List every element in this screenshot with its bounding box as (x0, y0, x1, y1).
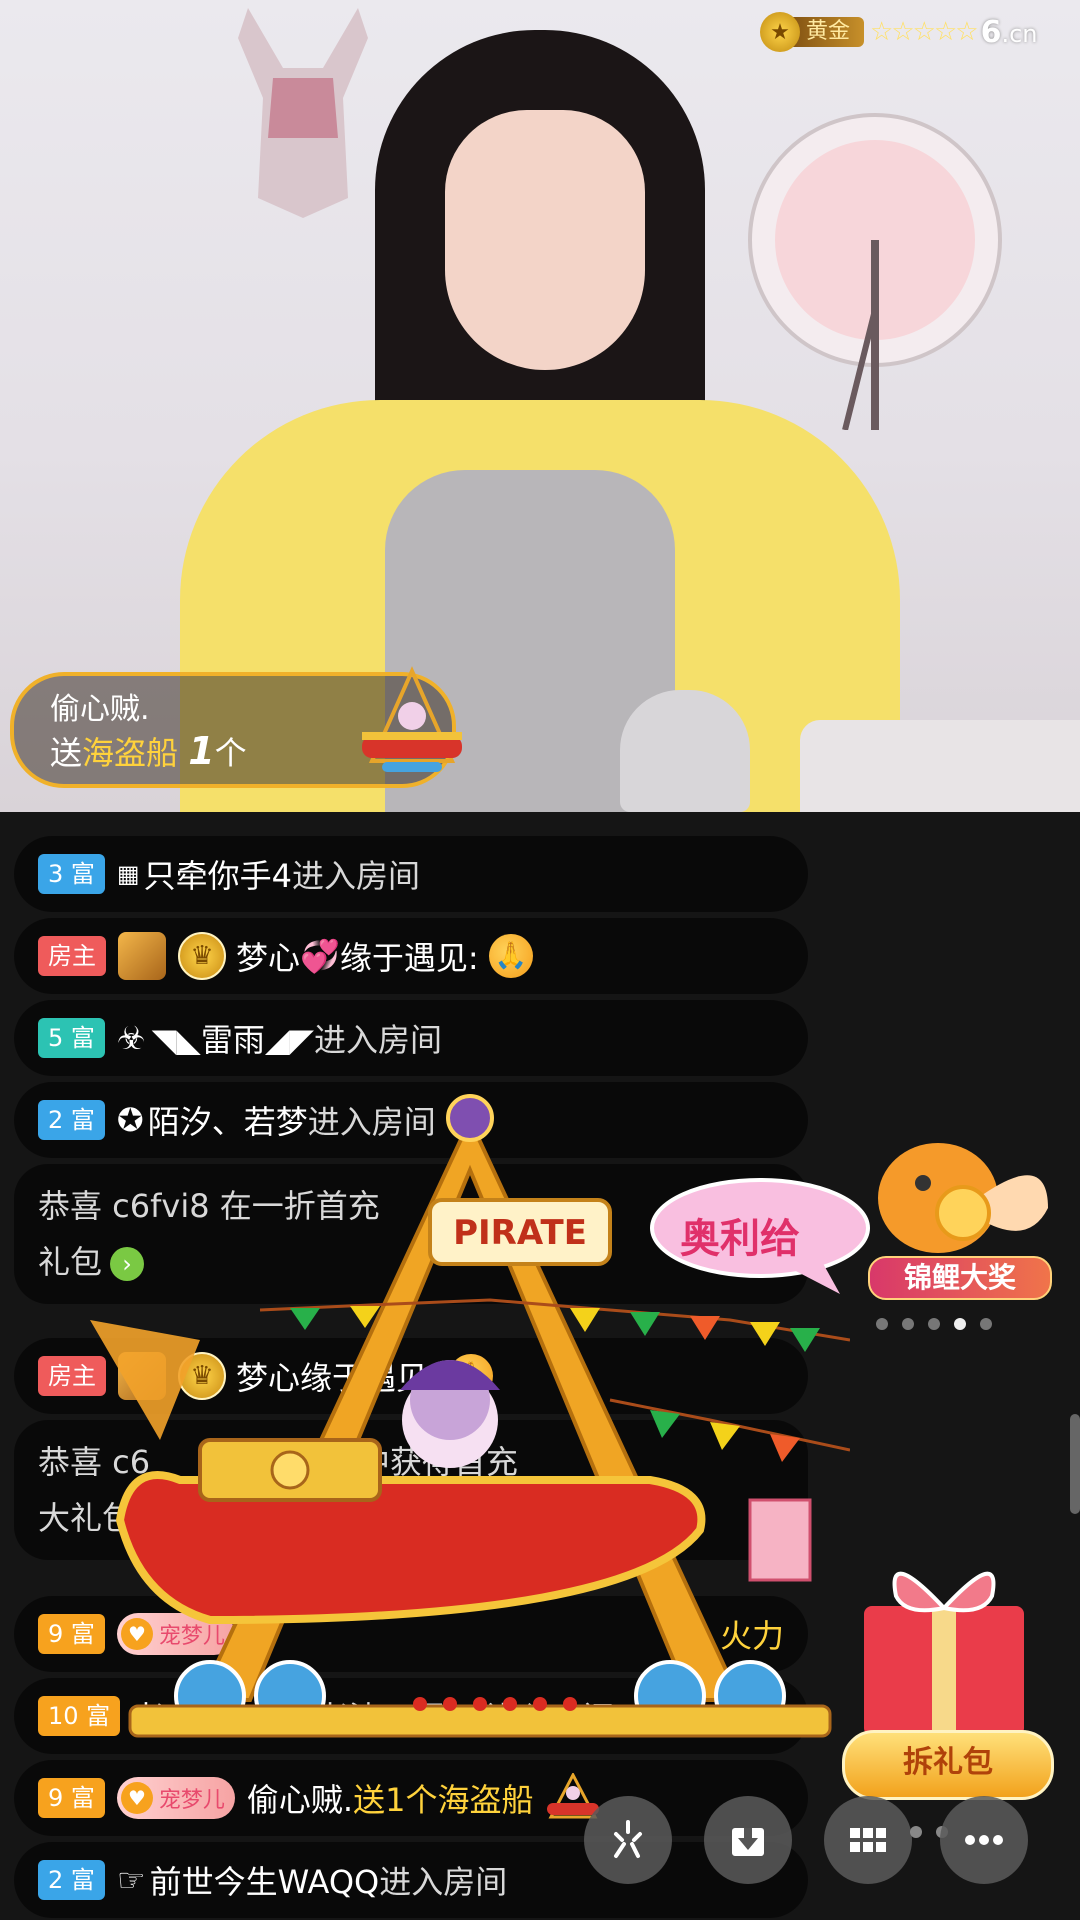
grid-icon (850, 1828, 886, 1852)
rank-medal-icon: ★ (760, 12, 800, 52)
system-text-line2: 礼包 › (38, 1234, 145, 1290)
user-name[interactable]: 梦心 (236, 933, 300, 979)
pet-badge: ♥ 宠梦儿 (116, 1777, 235, 1819)
studio-lamp (748, 113, 1002, 430)
page-dot (910, 1826, 922, 1838)
crown-icon: ♛ (178, 1352, 226, 1400)
wealth-badge: 2 富 (38, 1860, 105, 1900)
scrollbar[interactable] (1070, 1414, 1080, 1514)
host-badge: 房主 (38, 1356, 106, 1396)
pointing-hand-icon: ☞ (116, 1861, 146, 1899)
chat-message: 2 富 ☞ 前世今生WAQQ 进入房间 (14, 1842, 808, 1918)
chat-message: 3 富 ▦ 只牵你手4 进入房间 (14, 836, 808, 912)
chat-message: 房主 ♛ 梦心 💞 缘于遇见: 🙏 (14, 918, 808, 994)
message-text: 要老婆不要？ 进入房间 (284, 1699, 615, 1737)
biohazard-icon: ☣ (116, 1019, 146, 1057)
open-gift-pack-button[interactable]: 拆礼包 (842, 1730, 1054, 1800)
gift-line: 送海盗船 1个 (50, 729, 247, 773)
chat-message: 5 富 ☣ ◥◣雷雨◢◤ 进入房间 (14, 1000, 808, 1076)
message-text: 送1个海盗船 (353, 1781, 534, 1819)
desk-equipment (800, 720, 1080, 812)
user-icon: ▦ (116, 860, 140, 888)
chat-message: 房主 ♛ 梦心 缘于遇见: 🙏 (14, 1338, 808, 1414)
more-button[interactable] (940, 1796, 1028, 1884)
more-icon (965, 1835, 1003, 1845)
user-name[interactable]: 前世今生WAQQ (150, 1857, 380, 1903)
koi-prize-widget[interactable]: 锦鲤大奖 (858, 1128, 1058, 1300)
carousel-dot-active (954, 1318, 966, 1330)
carousel-dot (902, 1318, 914, 1330)
user-name[interactable]: 只牵你手4 (144, 851, 292, 897)
pet-heart-icon: ♥ (120, 1618, 153, 1650)
user-name[interactable]: 老 (132, 1693, 164, 1739)
gift-level-icon (118, 1352, 166, 1400)
download-button[interactable] (704, 1796, 792, 1884)
app-grid-button[interactable] (824, 1796, 912, 1884)
user-name[interactable]: ◥◣雷雨◢◤ (152, 1015, 314, 1061)
carousel-dot (980, 1318, 992, 1330)
message-text: 进入房间 (379, 1863, 508, 1901)
user-name[interactable]: 梦心 (236, 1353, 300, 1399)
wealth-badge: 3 富 (38, 854, 105, 894)
arrow-right-icon[interactable]: › (110, 1247, 145, 1281)
chat-message: 10 富 老 要老婆不要？ 进入房间 (14, 1678, 808, 1754)
system-message[interactable]: 恭喜 c6 折 活动中获得首充 大礼包 (14, 1420, 808, 1560)
host-badge: 房主 (38, 936, 106, 976)
crown-icon: ♛ (178, 932, 226, 980)
anchor-rank-badge[interactable]: ★ 黄金 ☆☆☆☆☆ 6.cn (760, 12, 1037, 52)
wealth-badge: 2 富 (38, 1100, 105, 1140)
share-button[interactable] (584, 1796, 672, 1884)
gift-box-icon (864, 1571, 1024, 1736)
pet-heart-icon: ♥ (120, 1782, 153, 1814)
message-text: 缘于遇见: (339, 939, 479, 977)
pirate-ship-gift-icon (362, 666, 462, 772)
download-icon (732, 1828, 764, 1856)
koi-fish-icon (878, 1143, 1048, 1253)
share-icon (614, 1820, 642, 1858)
wealth-badge: 5 富 (38, 1018, 105, 1058)
streamer-face (445, 110, 645, 370)
gift-level-icon (118, 932, 166, 980)
wall-decoration (238, 8, 368, 218)
koi-prize-label: 锦鲤大奖 (868, 1256, 1052, 1300)
wealth-badge: 10 富 (38, 1696, 121, 1736)
chat-message: 2 富 ✪ 陌汐、若梦 进入房间 (14, 1082, 808, 1158)
chat-message: 9 富 ♥ 宠梦儿 火力 (14, 1596, 808, 1672)
message-text: 缘于遇见: (300, 1359, 439, 1397)
message-text: 进入房间 (307, 1103, 436, 1141)
system-text-line2: 大礼包 (38, 1499, 135, 1537)
wealth-badge: 9 富 (38, 1614, 105, 1654)
message-text: 进入房间 (314, 1021, 443, 1059)
site-logo: 6.cn (980, 14, 1038, 50)
rank-stars: ☆☆☆☆☆ (870, 17, 979, 47)
message-text: 火力 (719, 1617, 784, 1655)
pray-emoji-icon: 🙏 (448, 1354, 493, 1398)
system-text-line1: 恭喜 c6fvi8 在一折首充 (38, 1187, 380, 1225)
pet-badge: ♥ 宠梦儿 (116, 1613, 235, 1655)
carousel-dots (876, 1318, 992, 1330)
live-video[interactable]: ★ 黄金 ☆☆☆☆☆ 6.cn 偷心贼. 送海盗船 1个 (0, 0, 1080, 812)
gift-sender: 偷心贼. (50, 692, 150, 727)
heart-icon: 💞 (300, 937, 340, 975)
message-text: 进入房间 (291, 857, 420, 895)
user-name[interactable]: 偷心贼. (247, 1775, 353, 1821)
wealth-badge: 9 富 (38, 1778, 105, 1818)
pray-emoji-icon: 🙏 (488, 934, 533, 978)
speech-text: 奥利给 (680, 1216, 800, 1262)
carousel-dot (928, 1318, 940, 1330)
user-name[interactable]: 陌汐、若梦 (148, 1097, 308, 1143)
system-text-line1: 恭喜 c6 折 活动中获得首充 (38, 1443, 519, 1481)
carousel-dot (876, 1318, 888, 1330)
gift-notice-banner: 偷心贼. 送海盗船 1个 (10, 666, 462, 788)
microphone (620, 690, 750, 812)
chat-message: 9 富 ♥ 宠梦儿 偷心贼. 送1个海盗船 (14, 1760, 808, 1836)
star-circle-icon: ✪ (116, 1101, 144, 1139)
